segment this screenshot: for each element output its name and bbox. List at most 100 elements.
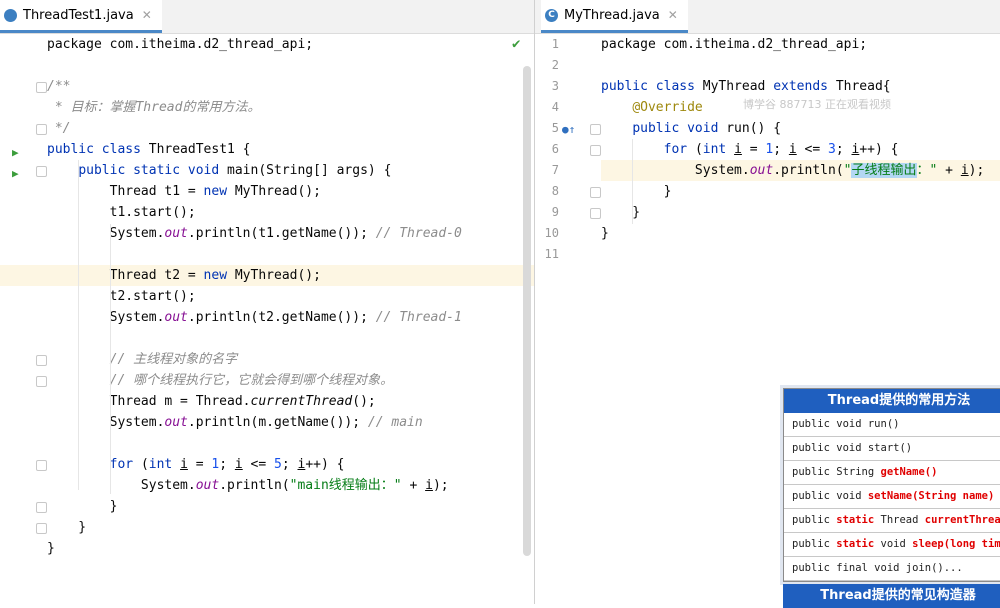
fold-marker[interactable] — [36, 460, 47, 471]
code-line: System.out.println("main线程输出：" + i); — [47, 475, 534, 496]
fold-marker[interactable] — [590, 208, 601, 219]
code-token: // main — [367, 415, 423, 430]
code-token: public String — [792, 466, 881, 478]
code-line: } — [47, 517, 534, 538]
fold-marker[interactable] — [36, 166, 47, 177]
code-token: // 哪个线程执行它，它就会得到哪个线程对象。 — [109, 373, 394, 388]
code-token: package com.itheima.d2_thread_api; — [47, 37, 314, 52]
code-token: MyThread(); — [234, 268, 321, 283]
close-icon[interactable]: ✕ — [668, 8, 678, 22]
run-icon[interactable]: ▶ — [12, 163, 19, 184]
code-token: "main线程输出：" — [289, 478, 402, 493]
code-token: Thread t2 = — [47, 268, 204, 283]
code-token: run() { — [726, 121, 782, 136]
code-token: @Override — [632, 100, 703, 115]
code-token: static — [836, 514, 875, 526]
code-token: 3 — [828, 142, 836, 157]
fold-marker[interactable] — [590, 124, 601, 135]
indent-guide — [110, 224, 111, 494]
right-tab-bar: C MyThread.java ✕ — [535, 0, 1000, 34]
code-token: 子线程输出 — [851, 163, 917, 178]
line-number: 9 — [551, 205, 559, 219]
code-line: } — [47, 538, 534, 559]
close-icon[interactable]: ✕ — [142, 8, 152, 22]
code-token: int — [148, 457, 181, 472]
code-token: } — [601, 205, 641, 220]
fold-marker[interactable] — [36, 523, 47, 534]
fold-marker[interactable] — [36, 355, 47, 366]
code-token: out — [164, 310, 188, 325]
fold-marker[interactable] — [36, 376, 47, 387]
code-token: .println(t1.getName()); — [187, 226, 376, 241]
code-token: out — [164, 415, 188, 430]
code-token: public void run() — [792, 418, 900, 430]
popup-method-row: public final void join()... — [784, 557, 1000, 581]
indent-guide — [632, 139, 633, 224]
code-token: // Thread-1 — [375, 310, 462, 325]
thread-constructors-header: Thread提供的常见构造器 — [783, 584, 1000, 608]
line-number: 10 — [544, 226, 559, 240]
popup-method-row: public static Thread currentThread() — [784, 509, 1000, 533]
code-token: t2.start(); — [47, 289, 196, 304]
code-line: // 哪个线程执行它，它就会得到哪个线程对象。 — [47, 370, 534, 391]
code-token: + — [937, 163, 961, 178]
run-icon[interactable]: ▶ — [12, 142, 19, 163]
code-token: System. — [601, 163, 750, 178]
code-token: for — [663, 142, 695, 157]
code-token: } — [601, 184, 672, 199]
fold-marker[interactable] — [36, 502, 47, 513]
code-token: out — [164, 226, 188, 241]
line-number: 6 — [551, 142, 559, 156]
fold-marker[interactable] — [590, 187, 601, 198]
code-token: for — [109, 457, 141, 472]
left-editor-pane: ThreadTest1.java ✕ package com.itheima.d… — [0, 0, 535, 604]
code-token: } — [601, 226, 609, 241]
code-token: = — [187, 457, 212, 472]
code-token: = — [741, 142, 766, 157]
code-token: new — [203, 268, 235, 283]
fold-marker[interactable] — [36, 124, 47, 135]
watermark-text: 博学谷 887713 正在观看视频 — [743, 98, 891, 111]
code-line: package com.itheima.d2_thread_api; — [47, 34, 534, 55]
fold-marker[interactable] — [590, 145, 601, 156]
code-token: t1.start(); — [47, 205, 196, 220]
code-token: getName() — [880, 466, 938, 478]
indent-guide — [78, 160, 79, 490]
code-token: /** — [47, 79, 71, 94]
code-token: public void — [792, 490, 868, 502]
line-number: 1 — [551, 37, 559, 51]
code-token: ); — [968, 163, 985, 178]
left-scrollbar[interactable] — [523, 66, 531, 556]
code-token: i — [234, 457, 243, 472]
code-token: ：" — [916, 163, 938, 178]
code-token: // 主线程对象的名字 — [109, 352, 238, 367]
tab-mythread[interactable]: C MyThread.java ✕ — [541, 0, 688, 33]
code-token: + — [401, 478, 426, 493]
code-token: public class — [601, 79, 703, 94]
code-line: } — [47, 496, 534, 517]
line-number: 4 — [551, 100, 559, 114]
left-gutter — [0, 34, 42, 604]
popup-method-row: public void run() — [784, 413, 1000, 437]
code-line: public static void main(String[] args) { — [47, 160, 534, 181]
tab-threadtest1[interactable]: ThreadTest1.java ✕ — [0, 0, 162, 33]
popup-rows: public void run() public void start() publ… — [784, 413, 1000, 581]
code-line: for (int i = 1; i <= 3; i++) { — [601, 139, 1000, 160]
code-token: out — [195, 478, 220, 493]
left-code-area[interactable]: package com.itheima.d2_thread_api; /** * … — [0, 34, 534, 604]
code-token: public static void — [78, 163, 228, 178]
code-token: Thread{ — [835, 79, 891, 94]
class-icon: C — [545, 8, 558, 22]
code-token: System. — [47, 478, 196, 493]
code-line: System.out.println(t1.getName()); // Thr… — [47, 223, 534, 244]
fold-marker[interactable] — [36, 82, 47, 93]
override-icon[interactable]: ●↑ — [562, 119, 575, 140]
code-token: i — [734, 142, 742, 157]
line-number: 5 — [551, 121, 559, 135]
code-line: /** — [47, 76, 534, 97]
thread-methods-popup: Thread提供的常用方法 public void run() public vo… — [783, 388, 1000, 582]
